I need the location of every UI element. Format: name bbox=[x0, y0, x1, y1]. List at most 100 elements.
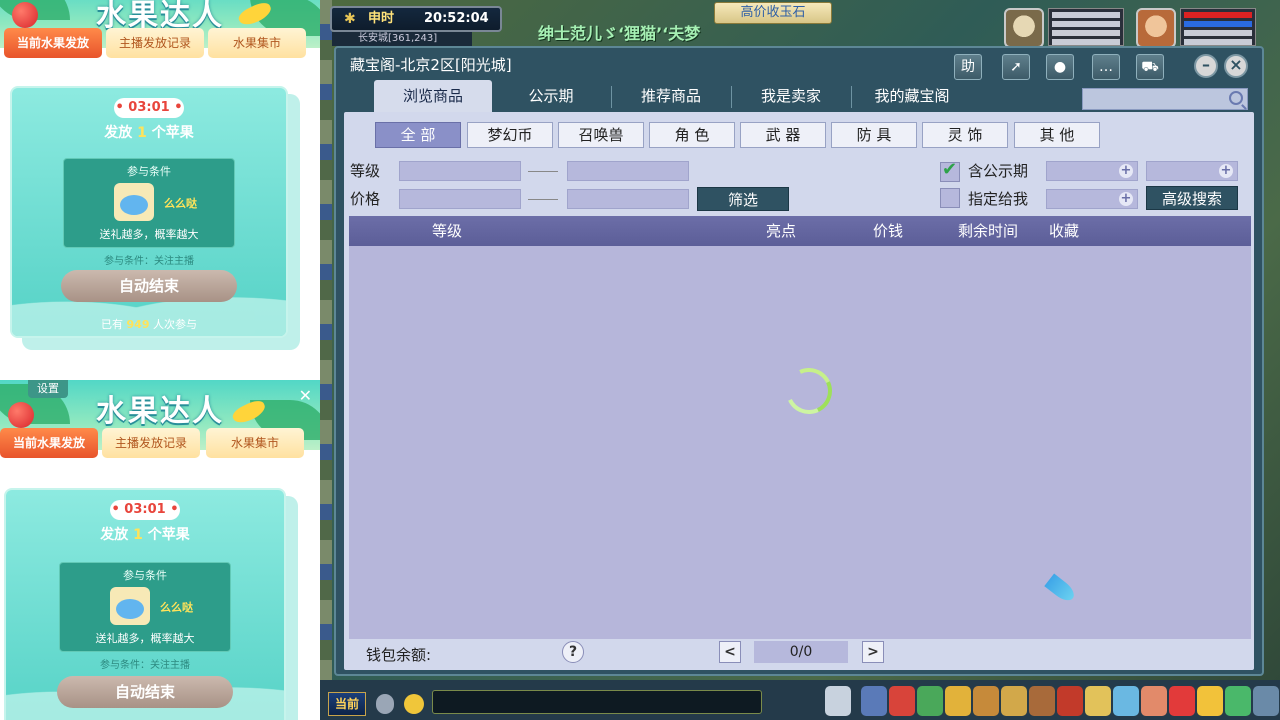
tab-current-fruit[interactable]: 当前水果发放 bbox=[0, 428, 98, 458]
filter-button[interactable]: 筛选 bbox=[697, 187, 789, 211]
tab-fruit-market[interactable]: 水果集市 bbox=[206, 428, 304, 458]
count-suffix: 人次参与 bbox=[152, 318, 197, 331]
share-icon[interactable]: ➚ bbox=[1002, 54, 1030, 80]
task-icon[interactable] bbox=[1057, 686, 1083, 716]
live-stream-sidebar: 水果达人 当前水果发放 主播发放记录 水果集市 • 03:01 • 发放 1 个… bbox=[0, 0, 320, 720]
tab-seller[interactable]: 我是卖家 bbox=[732, 80, 850, 112]
give-count: 1 bbox=[133, 527, 143, 543]
col-remaining-time[interactable]: 剩余时间 bbox=[958, 216, 1018, 246]
record-icon[interactable]: ● bbox=[1046, 54, 1074, 80]
include-public-label: 含公示期 bbox=[968, 162, 1029, 180]
pet-face-icon[interactable] bbox=[825, 686, 851, 716]
gang-icon[interactable] bbox=[1085, 686, 1111, 716]
help-icon[interactable]: ? bbox=[562, 641, 584, 663]
auto-end-button[interactable]: 自动结束 bbox=[57, 676, 233, 708]
bag-icon[interactable] bbox=[917, 686, 943, 716]
system-icon[interactable] bbox=[1225, 686, 1251, 716]
bottom-hud: 当前 bbox=[320, 680, 1280, 720]
condition-box: 参与条件 么么哒 送礼越多，概率越大 bbox=[59, 562, 231, 652]
settings-button[interactable]: 设置 bbox=[28, 380, 68, 398]
close-icon[interactable]: × bbox=[1224, 54, 1248, 78]
tab-recommended[interactable]: 推荐商品 bbox=[612, 80, 730, 112]
prev-page-button[interactable]: < bbox=[719, 641, 741, 663]
tab-current-fruit[interactable]: 当前水果发放 bbox=[4, 28, 102, 58]
level-min-input[interactable] bbox=[399, 161, 521, 181]
col-favorite[interactable]: 收藏 bbox=[1049, 216, 1079, 246]
condition-footer: 送礼越多，概率越大 bbox=[95, 632, 195, 645]
trade-icon[interactable] bbox=[973, 686, 999, 716]
plus-icon[interactable]: + bbox=[1219, 164, 1233, 178]
tab-public-period[interactable]: 公示期 bbox=[492, 80, 610, 112]
category-all[interactable]: 全 部 bbox=[375, 122, 461, 148]
tab-fruit-market[interactable]: 水果集市 bbox=[208, 28, 306, 58]
category-weapon[interactable]: 武 器 bbox=[740, 122, 826, 148]
pet-status-bars bbox=[1048, 8, 1124, 46]
category-role[interactable]: 角 色 bbox=[649, 122, 735, 148]
help-button[interactable]: 助 bbox=[954, 54, 982, 80]
microphone-icon[interactable] bbox=[376, 694, 394, 714]
friend-icon[interactable] bbox=[1141, 686, 1167, 716]
item-icon[interactable] bbox=[889, 686, 915, 716]
emoji-icon[interactable] bbox=[1197, 686, 1223, 716]
fruit-tabs: 当前水果发放 主播发放记录 水果集市 bbox=[0, 28, 320, 58]
gift-icon bbox=[110, 587, 150, 625]
chat-bubble-icon[interactable] bbox=[404, 694, 424, 714]
price-label: 价格 bbox=[350, 190, 381, 208]
tab-browse-goods[interactable]: 浏览商品 bbox=[374, 80, 492, 112]
minimize-icon[interactable]: – bbox=[1194, 54, 1218, 78]
condition-note: 参与条件：关注主播 bbox=[104, 256, 194, 267]
category-gold[interactable]: 梦幻币 bbox=[467, 122, 553, 148]
give-text: 发放 1 个苹果 bbox=[12, 122, 286, 142]
loading-spinner-icon bbox=[779, 361, 839, 421]
public-select-1[interactable]: + bbox=[1046, 161, 1138, 181]
auto-end-button[interactable]: 自动结束 bbox=[61, 270, 237, 302]
map-position: 长安城[361,243] bbox=[332, 32, 472, 46]
goods-table-header: 等级 亮点 价钱 剩余时间 收藏 bbox=[349, 216, 1251, 246]
col-highlight[interactable]: 亮点 bbox=[766, 216, 796, 246]
player-avatar[interactable] bbox=[1136, 8, 1176, 48]
category-summon[interactable]: 召唤兽 bbox=[558, 122, 644, 148]
activity-icon[interactable] bbox=[1169, 686, 1195, 716]
level-max-input[interactable] bbox=[567, 161, 689, 181]
search-input[interactable] bbox=[1082, 88, 1248, 110]
pet-icon[interactable] bbox=[1029, 686, 1055, 716]
gift-name: 么么哒 bbox=[164, 197, 197, 210]
give-prefix: 发放 bbox=[104, 125, 133, 141]
public-select-2[interactable]: + bbox=[1146, 161, 1238, 181]
tab-streamer-records[interactable]: 主播发放记录 bbox=[102, 428, 200, 458]
close-icon[interactable]: ✕ bbox=[299, 386, 312, 405]
price-max-input[interactable] bbox=[567, 189, 689, 209]
npc-shop-banner[interactable]: 高价收玉石 bbox=[714, 2, 832, 24]
assigned-select[interactable]: + bbox=[1046, 189, 1138, 209]
category-armor[interactable]: 防 具 bbox=[831, 122, 917, 148]
chat-input[interactable] bbox=[432, 690, 762, 714]
plus-icon[interactable]: + bbox=[1119, 164, 1133, 178]
range-dash bbox=[528, 199, 558, 200]
price-min-input[interactable] bbox=[399, 189, 521, 209]
col-price[interactable]: 价钱 bbox=[873, 216, 903, 246]
attack-icon[interactable] bbox=[861, 686, 887, 716]
hp-bar bbox=[1052, 12, 1120, 18]
include-public-checkbox[interactable] bbox=[940, 159, 960, 182]
assigned-checkbox[interactable] bbox=[940, 188, 960, 208]
team-icon[interactable] bbox=[1001, 686, 1027, 716]
give-icon[interactable] bbox=[945, 686, 971, 716]
channel-current-button[interactable]: 当前 bbox=[328, 692, 366, 716]
pet-avatar[interactable] bbox=[1004, 8, 1044, 48]
next-page-button[interactable]: > bbox=[862, 641, 884, 663]
plus-icon[interactable]: + bbox=[1119, 192, 1133, 206]
message-icon[interactable]: … bbox=[1092, 54, 1120, 80]
condition-note: 参与条件：关注主播 bbox=[100, 660, 190, 671]
advanced-search-button[interactable]: 高级搜索 bbox=[1146, 186, 1238, 210]
category-accessory[interactable]: 灵 饰 bbox=[922, 122, 1008, 148]
menu-icon[interactable] bbox=[1253, 686, 1279, 716]
fruit-card: • 03:01 • 发放 1 个苹果 参与条件 么么哒 送礼越多，概率越大 参与… bbox=[4, 488, 286, 720]
cart-icon[interactable]: ⛟ bbox=[1136, 54, 1164, 80]
tab-my-pavilion[interactable]: 我的藏宝阁 bbox=[852, 80, 972, 112]
col-level[interactable]: 等级 bbox=[432, 216, 462, 246]
tab-streamer-records[interactable]: 主播发放记录 bbox=[106, 28, 204, 58]
gear-icon[interactable]: ✱ bbox=[344, 8, 356, 30]
search-icon[interactable] bbox=[1229, 91, 1243, 105]
category-other[interactable]: 其 他 bbox=[1014, 122, 1100, 148]
map-icon[interactable] bbox=[1113, 686, 1139, 716]
